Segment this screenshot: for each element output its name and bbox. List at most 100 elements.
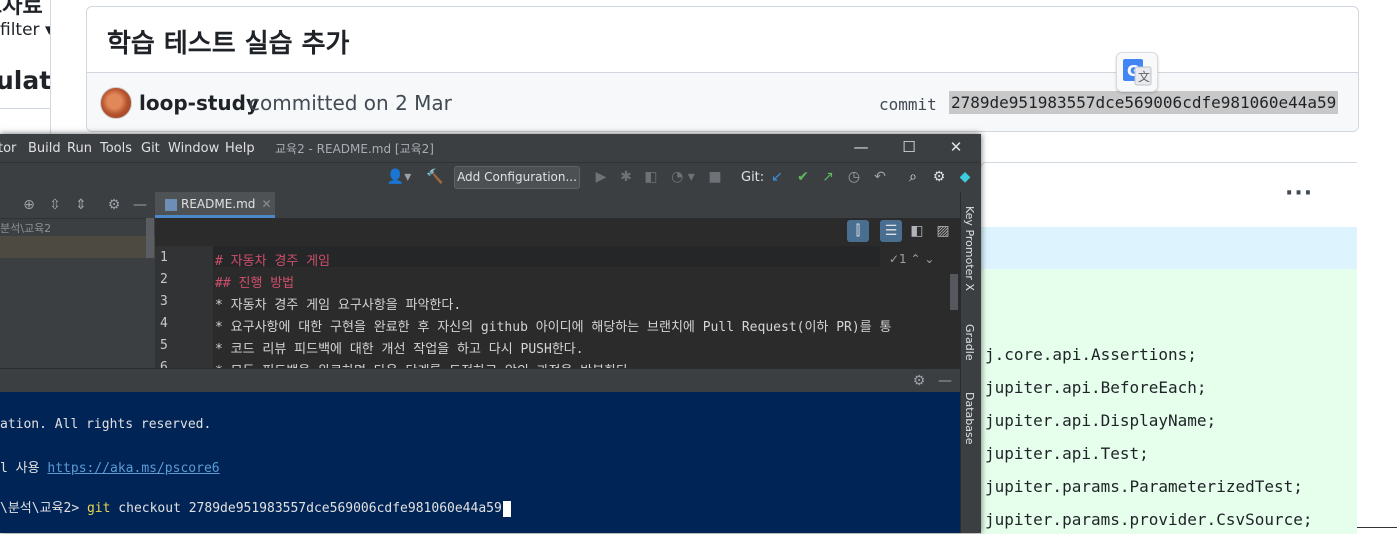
- commit-label: commit: [879, 95, 937, 114]
- terminal-header: ⚙ —: [0, 368, 960, 393]
- gradle-tab[interactable]: Gradle: [963, 324, 976, 361]
- scrollbar[interactable]: [950, 274, 958, 310]
- markdown-file-icon: [165, 198, 177, 211]
- avatar[interactable]: [100, 87, 132, 119]
- inspection-widget[interactable]: ✓1 ⌃ ⌄: [889, 252, 934, 266]
- stop-icon[interactable]: ■: [706, 168, 724, 186]
- project-selected-row[interactable]: [0, 236, 155, 258]
- user-icon[interactable]: 👤▾: [386, 168, 412, 186]
- menu-tools[interactable]: Tools: [100, 141, 132, 156]
- close-icon[interactable]: ✕: [946, 137, 966, 157]
- terminal-prompt: \분석\교육2>: [0, 501, 87, 516]
- code-line: # 자동차 경주 게임: [215, 254, 331, 269]
- diff-added-lines: j.core.api.Assertions; jupiter.api.Befor…: [981, 269, 1358, 534]
- editor-layout-icon[interactable]: ⫿: [847, 220, 869, 242]
- line-number: 5: [160, 338, 168, 353]
- diff-line: j.core.api.Assertions;: [985, 345, 1197, 364]
- terminal-link[interactable]: https://aka.ms/pscore6: [47, 461, 219, 476]
- minimize-icon[interactable]: —: [851, 137, 871, 157]
- key-promoter-tab[interactable]: Key Promoter X: [963, 206, 976, 291]
- hammer-icon[interactable]: 🔨: [426, 168, 444, 186]
- left-heading: ulato: [0, 66, 51, 95]
- more-options-icon[interactable]: ···: [1285, 181, 1313, 206]
- search-icon[interactable]: ⌕: [904, 168, 922, 186]
- filter-dropdown[interactable]: filter ▾: [0, 20, 50, 40]
- terminal-line: l 사용 https://aka.ms/pscore6: [0, 457, 220, 476]
- history-icon[interactable]: ◷: [845, 168, 863, 186]
- profile-icon[interactable]: ◔ ▾: [668, 168, 698, 186]
- gear-icon[interactable]: ⚙: [105, 196, 123, 214]
- toolbox-icon[interactable]: ◆: [956, 168, 974, 186]
- line-number: 3: [160, 294, 168, 309]
- google-translate-icon[interactable]: G 文: [1116, 52, 1158, 92]
- expand-all-icon[interactable]: ⇳: [46, 196, 64, 214]
- code-line: * 자동차 경주 게임 요구사항을 파악한다.: [215, 298, 462, 313]
- ide-toolbar: 👤▾ 🔨 Add Configuration... ▶ ✱ ◧ ◔ ▾ ■ Gi…: [0, 162, 981, 193]
- scrollbar[interactable]: [146, 218, 154, 258]
- menu-editor[interactable]: tor: [0, 141, 16, 156]
- add-configuration-button[interactable]: Add Configuration...: [454, 166, 580, 189]
- left-title: 코자료: [0, 0, 43, 19]
- terminal-command-git: git: [86, 501, 111, 516]
- author-link[interactable]: loop-study: [139, 91, 259, 115]
- menu-run[interactable]: Run: [67, 141, 92, 156]
- tab-label: README.md: [181, 197, 256, 211]
- menu-build[interactable]: Build: [28, 141, 61, 156]
- git-commit-icon[interactable]: ✔: [794, 168, 812, 186]
- close-tab-icon[interactable]: ✕: [261, 197, 271, 211]
- split-view-icon[interactable]: ◧: [906, 220, 928, 242]
- line-number: 1: [160, 250, 168, 265]
- code-line: ## 진행 방법: [215, 276, 295, 291]
- terminal[interactable]: ation. All rights reserved. l 사용 https:/…: [0, 392, 960, 533]
- git-label: Git:: [741, 170, 765, 185]
- commit-box: 학습 테스트 실습 추가 loop-study committed on 2 M…: [86, 6, 1359, 132]
- editor-area[interactable]: ⫿ ☰ ◧ ▨ 1 2 3 4 5 6 # 자동차 경주 게임 ## 진행 방법…: [155, 218, 960, 368]
- diff-hunk-header: [981, 227, 1358, 269]
- terminal-cursor: [502, 500, 511, 517]
- editor-only-icon[interactable]: ☰: [880, 220, 902, 242]
- commit-sha[interactable]: 2789de951983557dce569006cdfe981060e44a59: [949, 91, 1339, 114]
- diff-box: ··· j.core.api.Assertions; jupiter.api.B…: [980, 162, 1358, 534]
- project-path[interactable]: 분석\교육2: [0, 220, 51, 236]
- locate-icon[interactable]: ⊕: [20, 196, 38, 214]
- page-margin: [1357, 162, 1397, 533]
- hide-icon[interactable]: —: [131, 196, 149, 214]
- divider: [0, 108, 50, 109]
- right-tool-strip: Key Promoter X Gradle Database: [960, 192, 981, 533]
- code-line: * 모든 피드백을 완료하면 다음 단계를 도전하고 앞의 과정을 반복한다.: [215, 360, 636, 368]
- terminal-prompt-line: \분석\교육2> git checkout 2789de951983557dce…: [0, 497, 511, 517]
- hide-icon[interactable]: —: [936, 372, 954, 390]
- diff-line: jupiter.api.Test;: [985, 444, 1149, 463]
- maximize-icon[interactable]: ☐: [899, 137, 919, 157]
- debug-icon[interactable]: ✱: [617, 168, 635, 186]
- svg-text:文: 文: [1138, 69, 1150, 84]
- editor-tab-bar: README.md ✕: [155, 192, 960, 219]
- rollback-icon[interactable]: ↶: [871, 168, 889, 186]
- collapse-all-icon[interactable]: ⇕: [72, 196, 90, 214]
- database-tab[interactable]: Database: [963, 392, 976, 445]
- gear-icon[interactable]: ⚙: [910, 372, 928, 390]
- menu-git[interactable]: Git: [141, 141, 160, 156]
- code-line: * 코드 리뷰 피드백에 대한 개선 작업을 하고 다시 PUSH한다.: [215, 342, 584, 357]
- terminal-command: checkout 2789de951983557dce569006cdfe981…: [110, 501, 502, 516]
- terminal-line: ation. All rights reserved.: [0, 417, 212, 432]
- tab-readme[interactable]: README.md ✕: [155, 192, 275, 218]
- window-title: 교육2 - README.md [교육2]: [275, 142, 434, 156]
- git-update-icon[interactable]: ↙: [768, 168, 786, 186]
- git-push-icon[interactable]: ↗: [819, 168, 837, 186]
- line-number: 4: [160, 316, 168, 331]
- ide-title-bar: tor Build Run Tools Git Window Help 교육2 …: [0, 134, 981, 162]
- run-icon[interactable]: ▶: [592, 168, 610, 186]
- settings-icon[interactable]: ⚙: [930, 168, 948, 186]
- coverage-icon[interactable]: ◧: [642, 168, 660, 186]
- line-number: 6: [160, 360, 168, 368]
- menu-window[interactable]: Window: [168, 141, 219, 156]
- committed-date: committed on 2 Mar: [249, 91, 452, 115]
- ide-window: tor Build Run Tools Git Window Help 교육2 …: [0, 134, 981, 533]
- line-number: 2: [160, 272, 168, 287]
- diff-line: jupiter.api.DisplayName;: [985, 411, 1217, 430]
- commit-title: 학습 테스트 실습 추가: [107, 29, 350, 59]
- preview-icon[interactable]: ▨: [932, 220, 954, 242]
- project-panel: ⊕ ⇳ ⇕ ⚙ — 분석\교육2: [0, 192, 155, 368]
- menu-help[interactable]: Help: [225, 141, 255, 156]
